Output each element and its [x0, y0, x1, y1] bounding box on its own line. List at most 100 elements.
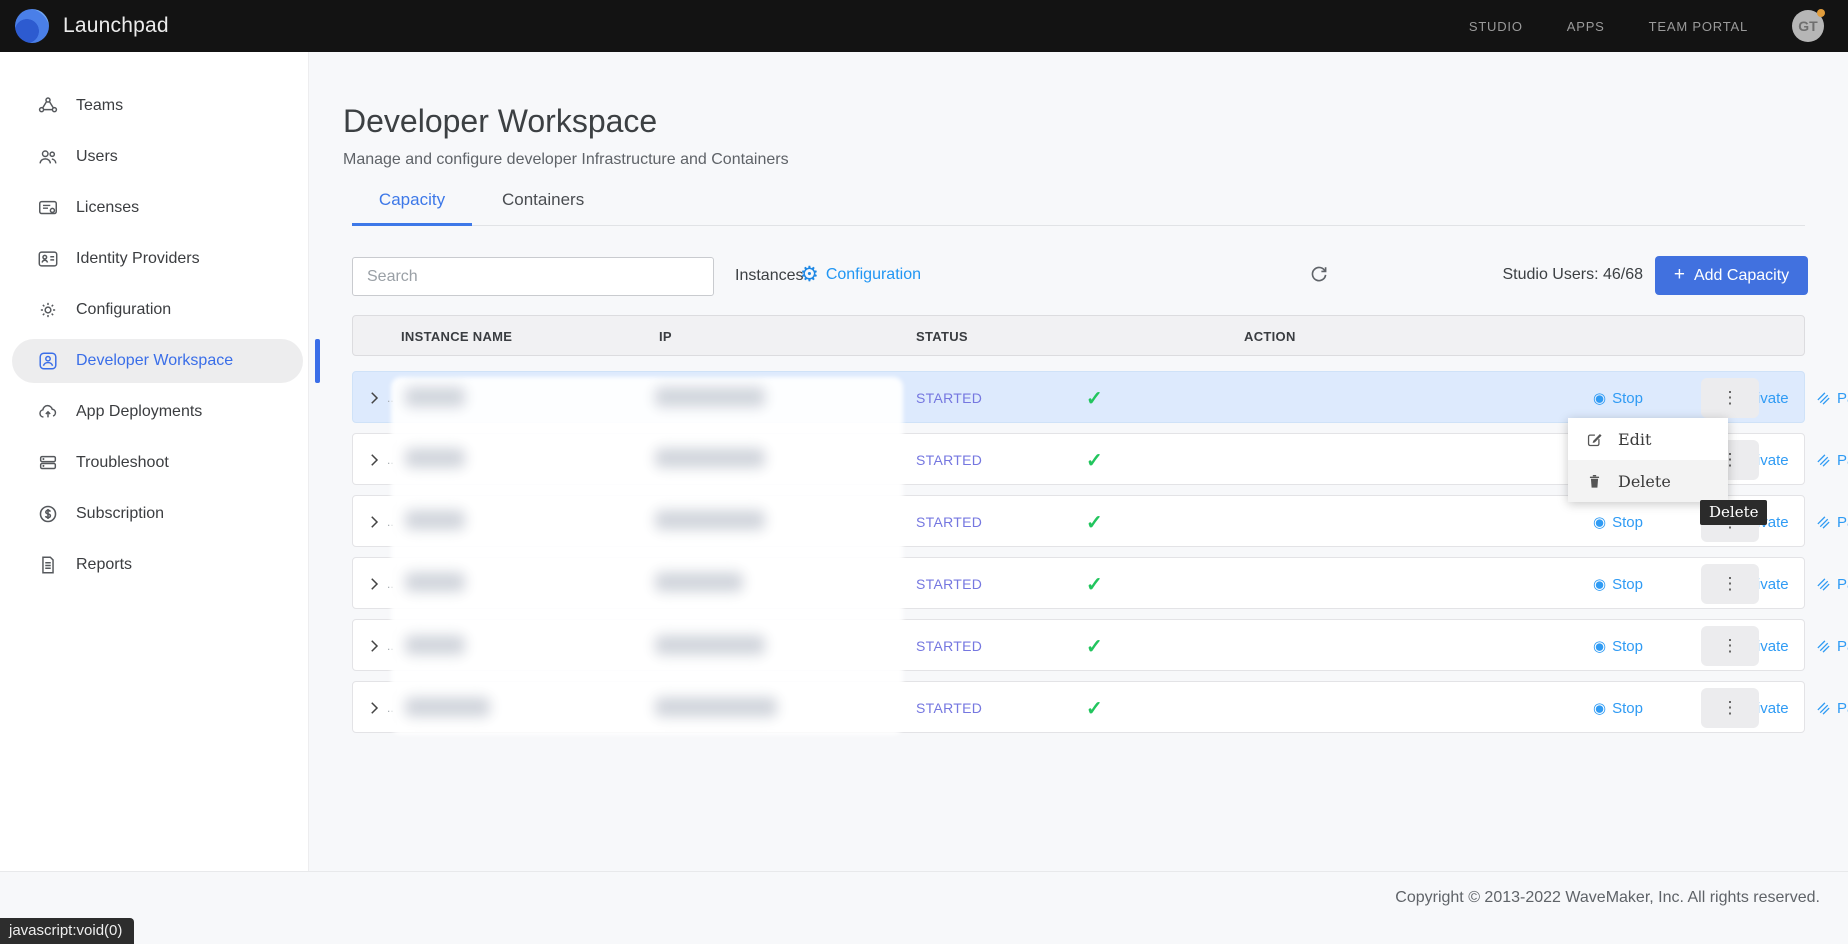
row-menu-button[interactable]: ⋮ — [1701, 378, 1759, 418]
top-navbar: Launchpad STUDIO APPS TEAM PORTAL GT — [0, 0, 1848, 52]
sidebar-item-developer-workspace[interactable]: Developer Workspace — [12, 339, 303, 383]
sidebar-item-label: Troubleshoot — [76, 454, 169, 472]
patch-icon — [1816, 453, 1831, 468]
patch-icon — [1816, 391, 1831, 406]
patch-action[interactable]: Patch — [1816, 682, 1848, 734]
patch-label: Patch — [1837, 452, 1848, 469]
row-menu-button[interactable]: ⋮ — [1701, 626, 1759, 666]
app-root: Launchpad STUDIO APPS TEAM PORTAL GT Tea… — [0, 0, 1848, 944]
table-row: .. STARTED ✓ ◉Stop ⊖Passivate Patch Sync… — [352, 557, 1805, 609]
tabbar: Capacity Containers — [352, 190, 1805, 226]
tab-containers[interactable]: Containers — [502, 190, 584, 225]
sidebar-item-reports[interactable]: Reports — [12, 543, 303, 587]
sidebar-item-teams[interactable]: Teams — [12, 84, 303, 128]
sidebar-item-troubleshoot[interactable]: Troubleshoot — [12, 441, 303, 485]
nav-link-team-portal[interactable]: TEAM PORTAL — [1649, 19, 1748, 34]
kebab-icon: ⋮ — [1722, 388, 1739, 408]
add-capacity-label: Add Capacity — [1694, 267, 1789, 285]
sidebar-item-app-deployments[interactable]: App Deployments — [12, 390, 303, 434]
status-badge: STARTED — [916, 496, 982, 548]
brand: Launchpad — [0, 9, 169, 43]
instances-label: Instances — [735, 267, 803, 285]
chevron-right-icon — [365, 389, 383, 407]
document-icon — [37, 554, 59, 576]
blurred-text-prefix: .. — [387, 558, 394, 610]
patch-action[interactable]: Patch — [1816, 434, 1848, 486]
sidebar-item-label: Configuration — [76, 301, 171, 319]
expand-row-button[interactable] — [365, 682, 387, 734]
stop-action[interactable]: ◉Stop — [1593, 620, 1643, 672]
patch-action[interactable]: Patch — [1816, 620, 1848, 672]
sidebar-item-licenses[interactable]: Licenses — [12, 186, 303, 230]
expand-row-button[interactable] — [365, 496, 387, 548]
configuration-link[interactable]: ⚙ Configuration — [800, 264, 921, 285]
status-badge: STARTED — [916, 558, 982, 610]
expand-row-button[interactable] — [365, 434, 387, 486]
sidebar-item-identity-providers[interactable]: Identity Providers — [12, 237, 303, 281]
row-context-menu: Edit Delete — [1568, 418, 1728, 502]
table-row: .. STARTED ✓ ◉Stop ⊖Passivate Patch Sync… — [352, 495, 1805, 547]
configuration-link-label: Configuration — [826, 266, 921, 284]
patch-action[interactable]: Patch — [1816, 558, 1848, 610]
menu-item-label: Delete — [1618, 472, 1671, 491]
status-badge: STARTED — [916, 372, 982, 424]
avatar[interactable]: GT — [1792, 10, 1824, 42]
stop-action[interactable]: ◉Stop — [1593, 682, 1643, 734]
menu-item-edit[interactable]: Edit — [1568, 418, 1728, 460]
blurred-text-prefix: .. — [387, 372, 394, 424]
stop-action[interactable]: ◉Stop — [1593, 372, 1643, 424]
users-icon — [37, 146, 59, 168]
health-check-icon: ✓ — [1086, 434, 1103, 486]
row-menu-button[interactable]: ⋮ — [1701, 688, 1759, 728]
navbar-links: STUDIO APPS TEAM PORTAL GT — [1469, 10, 1848, 42]
sidebar-item-configuration[interactable]: Configuration — [12, 288, 303, 332]
notification-dot — [1817, 9, 1825, 17]
blurred-text-prefix: .. — [387, 496, 394, 548]
stop-action[interactable]: ◉Stop — [1593, 496, 1643, 548]
sidebar-item-users[interactable]: Users — [12, 135, 303, 179]
column-header-action: ACTION — [1244, 329, 1296, 344]
patch-label: Patch — [1837, 576, 1848, 593]
sidebar-item-label: Licenses — [76, 199, 139, 217]
health-check-icon: ✓ — [1086, 372, 1103, 424]
chevron-right-icon — [365, 575, 383, 593]
workspace-person-icon — [37, 350, 59, 372]
table-row: .. STARTED ✓ ◉Stop ⊖Passivate Patch Sync… — [352, 681, 1805, 733]
patch-label: Patch — [1837, 638, 1848, 655]
id-badge-icon — [37, 248, 59, 270]
column-header-ip: IP — [659, 329, 672, 344]
edit-pencil-icon — [1586, 431, 1603, 448]
gear-icon: ⚙ — [800, 264, 819, 285]
patch-icon — [1816, 701, 1831, 716]
refresh-button[interactable] — [1308, 263, 1334, 289]
kebab-icon: ⋮ — [1722, 698, 1739, 718]
status-badge: STARTED — [916, 682, 982, 734]
search-input[interactable] — [352, 257, 714, 296]
patch-icon — [1816, 639, 1831, 654]
nav-link-apps[interactable]: APPS — [1567, 19, 1605, 34]
health-check-icon: ✓ — [1086, 620, 1103, 672]
stop-icon: ◉ — [1593, 701, 1606, 716]
nav-link-studio[interactable]: STUDIO — [1469, 19, 1523, 34]
tab-capacity[interactable]: Capacity — [362, 190, 462, 225]
expand-row-button[interactable] — [365, 372, 387, 424]
patch-label: Patch — [1837, 514, 1848, 531]
add-capacity-button[interactable]: + Add Capacity — [1655, 256, 1808, 295]
teams-icon — [37, 95, 59, 117]
patch-label: Patch — [1837, 390, 1848, 407]
wavemaker-logo-icon — [15, 9, 49, 43]
chevron-right-icon — [365, 637, 383, 655]
sidebar-item-subscription[interactable]: Subscription — [12, 492, 303, 536]
stop-action[interactable]: ◉Stop — [1593, 558, 1643, 610]
expand-row-button[interactable] — [365, 620, 387, 672]
sidebar-item-label: Teams — [76, 97, 123, 115]
patch-action[interactable]: Patch — [1816, 496, 1848, 548]
patch-icon — [1816, 515, 1831, 530]
patch-action[interactable]: Patch — [1816, 372, 1848, 424]
row-menu-button[interactable]: ⋮ — [1701, 564, 1759, 604]
plus-icon: + — [1674, 264, 1685, 286]
trash-icon — [1586, 473, 1603, 490]
expand-row-button[interactable] — [365, 558, 387, 610]
menu-item-delete[interactable]: Delete — [1568, 460, 1728, 502]
capacity-table: INSTANCE NAME IP STATUS ACTION .. STARTE… — [352, 315, 1805, 743]
